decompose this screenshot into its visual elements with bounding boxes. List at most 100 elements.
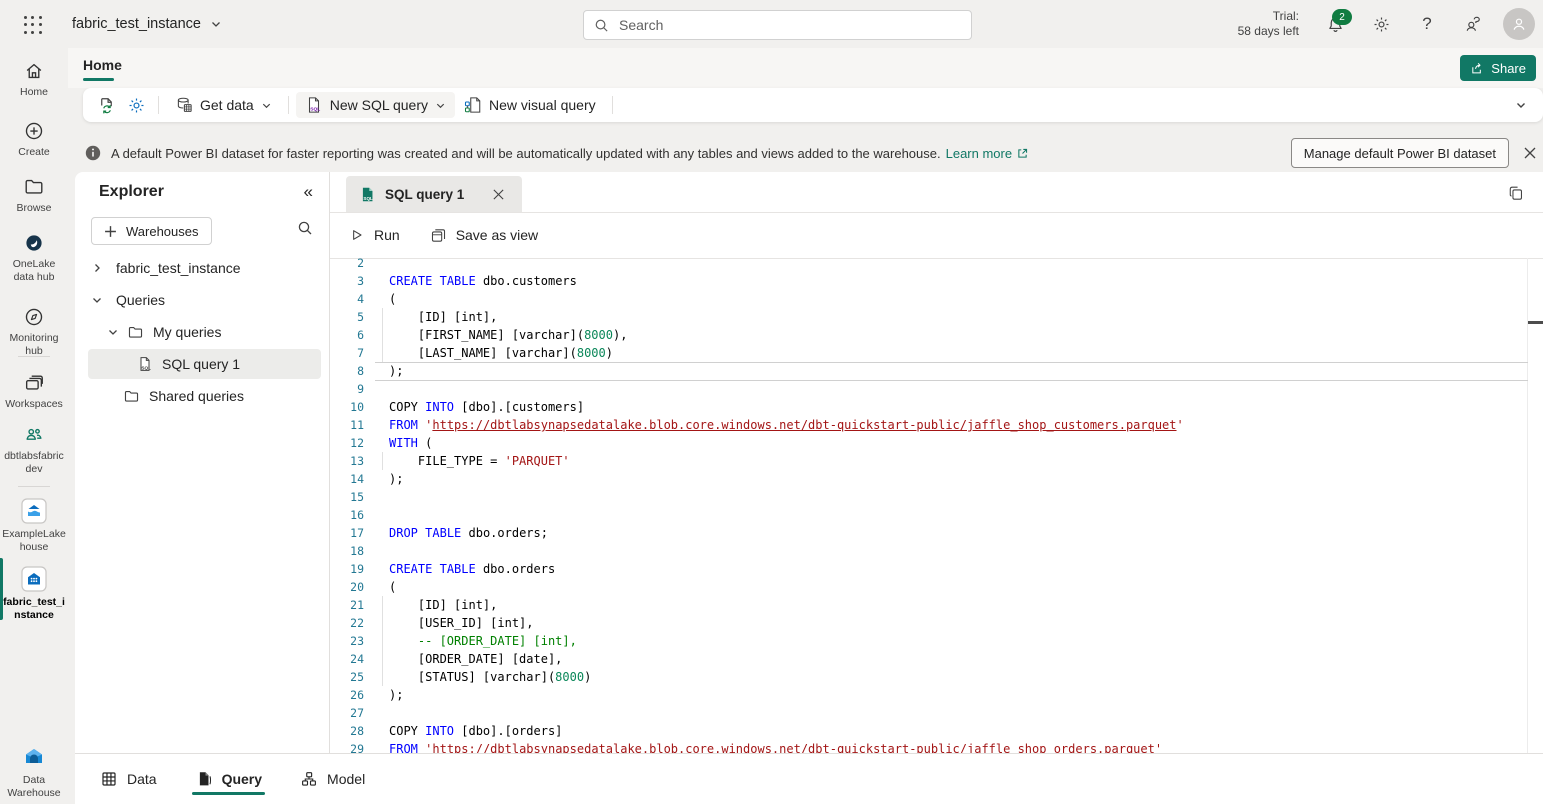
code-line: 8);: [330, 362, 1543, 380]
sql-code-editor[interactable]: 23CREATE TABLE dbo.customers4(5 [ID] [in…: [330, 258, 1543, 753]
tree-item-sql-query-1[interactable]: SQLSQL query 1: [75, 348, 329, 380]
folder-icon: [123, 388, 140, 405]
line-number: 4: [330, 290, 364, 308]
nav-rail-label: Browse: [0, 202, 68, 215]
code-text: CREATE TABLE dbo.customers: [389, 272, 577, 290]
tree-item-my-queries[interactable]: My queries: [75, 316, 329, 348]
code-text: FROM 'https://dbtlabsynapsedatalake.blob…: [389, 740, 1162, 753]
nav-rail-item-fabric-test-instance[interactable]: fabric_test_instance: [0, 566, 68, 622]
banner-close-button[interactable]: [1515, 138, 1543, 168]
code-text: [LAST_NAME] [varchar](8000): [389, 344, 613, 362]
code-line: 7 [LAST_NAME] [varchar](8000): [330, 344, 1543, 362]
code-text: FILE_TYPE = 'PARQUET': [389, 452, 570, 470]
nav-rail-item-data-warehouse[interactable]: Data Warehouse: [0, 744, 68, 800]
code-text: WITH (: [389, 434, 432, 452]
run-label: Run: [374, 227, 400, 243]
code-line: 9: [330, 380, 1543, 398]
svg-text:SQL: SQL: [141, 365, 151, 370]
ribbon-divider: [288, 96, 289, 114]
line-number: 29: [330, 740, 364, 753]
manage-dataset-button[interactable]: Manage default Power BI dataset: [1291, 138, 1509, 168]
code-text: COPY INTO [dbo].[orders]: [389, 722, 562, 740]
onelake-icon: [0, 232, 68, 254]
monitoring-icon: [0, 306, 68, 328]
code-line: 14);: [330, 470, 1543, 488]
chevron-down-icon[interactable]: [107, 326, 123, 338]
person-icon: [1510, 15, 1528, 33]
explorer-search-button[interactable]: [297, 220, 313, 236]
search-input[interactable]: [617, 16, 971, 34]
banner-message: A default Power BI dataset for faster re…: [111, 146, 941, 161]
nav-rail-item-create[interactable]: Create: [0, 120, 68, 159]
content-area: Explorer « Warehouses fabric_test_instan…: [75, 172, 1543, 754]
ribbon-tab-home[interactable]: Home: [83, 57, 122, 73]
workspace-title-dropdown[interactable]: fabric_test_instance: [72, 0, 222, 48]
line-number: 24: [330, 650, 364, 668]
active-tab-underline: [83, 78, 114, 81]
code-text: [ID] [int],: [389, 308, 497, 326]
nav-rail-item-examplelakehouse[interactable]: ExampleLakehouse: [0, 498, 68, 554]
get-data-button[interactable]: Get data: [166, 92, 281, 118]
line-number: 8: [330, 362, 364, 380]
collapse-ribbon-button[interactable]: [1515, 99, 1527, 111]
user-avatar[interactable]: [1503, 8, 1535, 40]
line-number: 15: [330, 488, 364, 506]
warehouse-settings-button[interactable]: [121, 92, 151, 118]
add-warehouses-button[interactable]: Warehouses: [91, 217, 212, 245]
code-text: );: [389, 686, 403, 704]
code-text: [ID] [int],: [389, 596, 497, 614]
chevron-down-icon: [435, 100, 446, 111]
nav-rail-item-workspaces[interactable]: Workspaces: [0, 372, 68, 411]
code-text: (: [389, 578, 396, 596]
chevron-down-icon[interactable]: [91, 294, 107, 306]
tab-sql-query-1[interactable]: SQL SQL query 1: [346, 176, 522, 212]
gear-icon: [1372, 15, 1391, 34]
notifications-button[interactable]: 2: [1319, 8, 1351, 40]
settings-button[interactable]: [1365, 8, 1397, 40]
svg-text:SQL: SQL: [310, 107, 320, 113]
fabric-app-window: fabric_test_instance Trial: 58 days left…: [0, 0, 1543, 804]
view-tab-query[interactable]: Query: [195, 754, 262, 804]
tree-item-shared-queries[interactable]: Shared queries: [75, 380, 329, 412]
view-tab-model[interactable]: Model: [300, 754, 365, 804]
app-launcher-icon[interactable]: [22, 14, 44, 36]
code-line: 27: [330, 704, 1543, 722]
feedback-button[interactable]: [1457, 8, 1489, 40]
tree-item-queries[interactable]: Queries: [75, 284, 329, 316]
new-visual-query-label: New visual query: [489, 97, 596, 113]
selected-indicator: [0, 558, 3, 620]
nav-rail-item-onelake-data-hub[interactable]: OneLake data hub: [0, 232, 68, 284]
explorer-tree: fabric_test_instanceQueriesMy queriesSQL…: [75, 252, 329, 412]
workspace-people-icon: [0, 424, 68, 446]
line-number: 27: [330, 704, 364, 722]
copy-query-button[interactable]: [1503, 180, 1529, 206]
top-bar-actions: Trial: 58 days left 2 ?: [1238, 0, 1535, 48]
new-visual-query-button[interactable]: New visual query: [455, 92, 605, 118]
code-line: 10COPY INTO [dbo].[customers]: [330, 398, 1543, 416]
share-button[interactable]: Share: [1460, 55, 1536, 81]
nav-rail-item-browse[interactable]: Browse: [0, 176, 68, 215]
line-number: 6: [330, 326, 364, 344]
share-icon: [1470, 61, 1485, 76]
tree-item-label: Queries: [116, 292, 165, 308]
ribbon-divider: [158, 96, 159, 114]
code-line: 29 FROM 'https://dbtlabsynapsedatalake.bl…: [330, 740, 1543, 753]
help-button[interactable]: ?: [1411, 8, 1443, 40]
run-button[interactable]: Run: [349, 227, 400, 243]
nav-rail-item-dbtlabsfabricdev[interactable]: dbtlabsfabricdev: [0, 424, 68, 476]
new-sql-query-button[interactable]: SQL New SQL query: [296, 92, 455, 118]
code-line: 21 [ID] [int],: [330, 596, 1543, 614]
nav-rail-item-home[interactable]: Home: [0, 60, 68, 99]
new-report-button[interactable]: [91, 92, 121, 118]
code-text: DROP TABLE dbo.orders;: [389, 524, 548, 542]
save-as-view-button[interactable]: Save as view: [430, 227, 538, 244]
chevron-right-icon[interactable]: [91, 262, 107, 274]
tab-close-button[interactable]: [487, 183, 509, 205]
view-tab-data[interactable]: Data: [100, 754, 157, 804]
nav-rail-item-monitoring-hub[interactable]: Monitoring hub: [0, 306, 68, 358]
learn-more-link[interactable]: Learn more: [946, 146, 1029, 161]
collapse-explorer-button[interactable]: «: [304, 182, 313, 202]
code-text: [USER_ID] [int],: [389, 614, 534, 632]
tree-item-fabric-test-instance[interactable]: fabric_test_instance: [75, 252, 329, 284]
question-icon: ?: [1422, 14, 1431, 34]
